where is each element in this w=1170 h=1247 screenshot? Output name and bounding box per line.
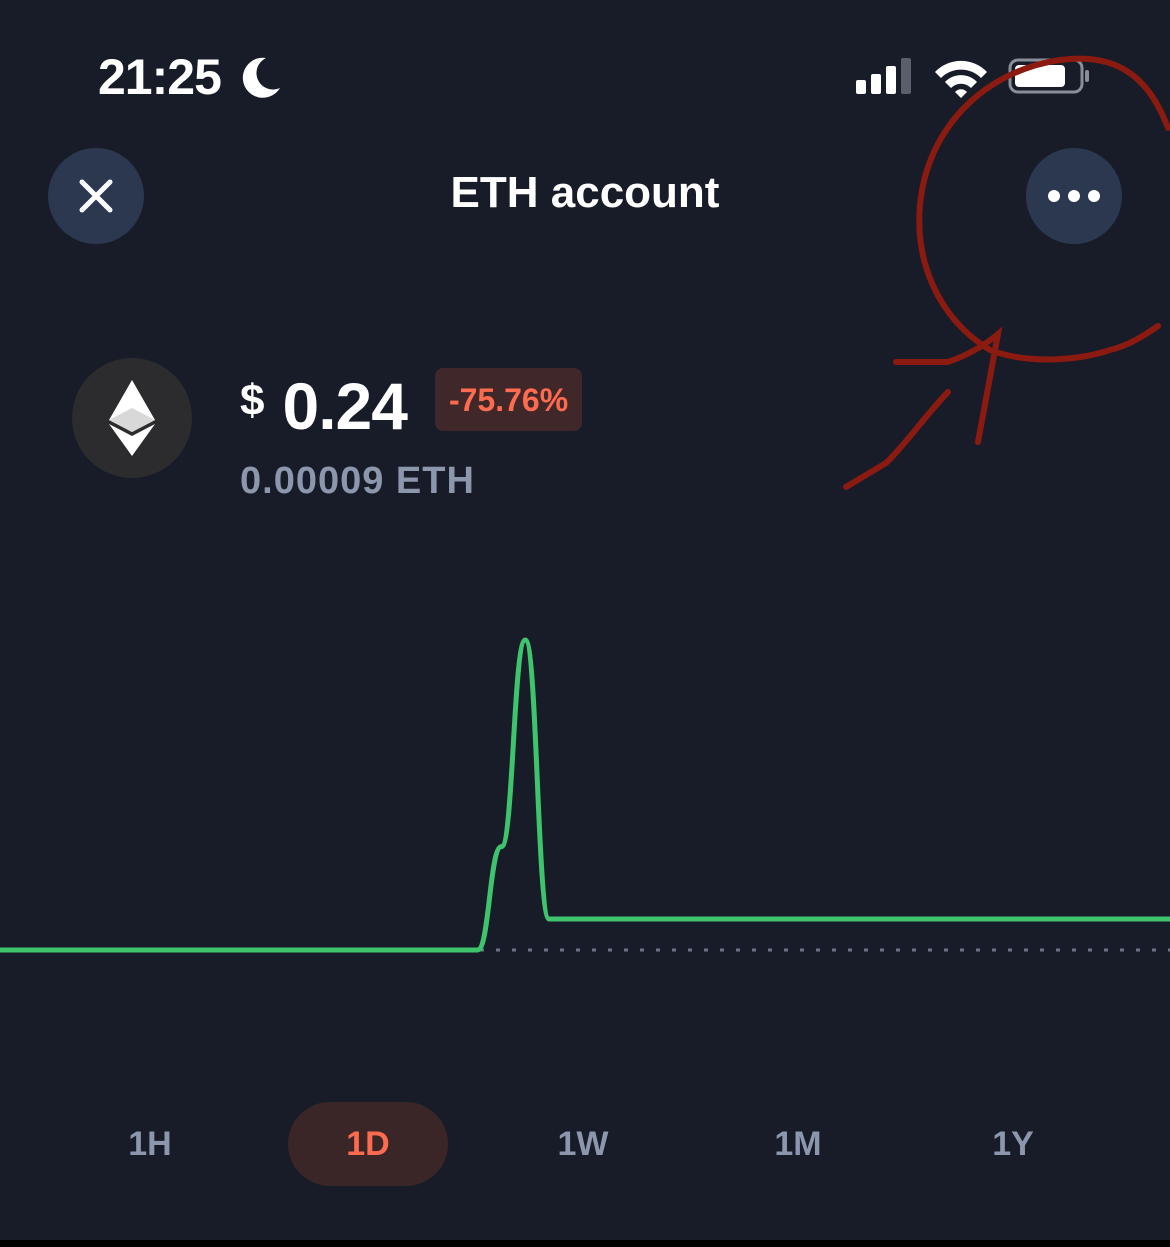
currency-symbol: $ (240, 376, 265, 425)
crypto-balance: 0.00009 ETH (240, 460, 475, 502)
fiat-balance: 0.24 (282, 369, 407, 443)
wifi-icon (935, 60, 987, 98)
more-icon (1048, 190, 1100, 202)
status-time: 21:25 (98, 49, 222, 105)
range-tab-1m[interactable]: 1M (718, 1102, 878, 1186)
status-icons (856, 58, 1089, 98)
signal-icon (856, 58, 911, 94)
price-chart[interactable] (0, 560, 1170, 1040)
more-options-button[interactable] (1026, 148, 1122, 244)
range-tab-1h[interactable]: 1H (70, 1102, 230, 1186)
coin-avatar (72, 358, 192, 478)
range-tab-1y[interactable]: 1Y (933, 1102, 1093, 1186)
range-tab-1w[interactable]: 1W (503, 1102, 663, 1186)
bottom-edge (0, 1240, 1170, 1247)
range-tab-1d[interactable]: 1D (288, 1102, 448, 1186)
eth-account-screen: 21:25 ETH account $ 0.24 -75.76% 0.00009… (0, 0, 1170, 1247)
battery-icon (1008, 58, 1089, 94)
chart-line (0, 637, 1170, 953)
ethereum-icon (109, 380, 155, 456)
page-title: ETH account (450, 168, 720, 217)
change-badge: -75.76% (434, 368, 583, 431)
time-range-tabs: 1H 1D 1W 1M 1Y (0, 1102, 1170, 1186)
moon-icon (242, 57, 280, 98)
balance-row: $ 0.24 -75.76% (240, 368, 583, 444)
